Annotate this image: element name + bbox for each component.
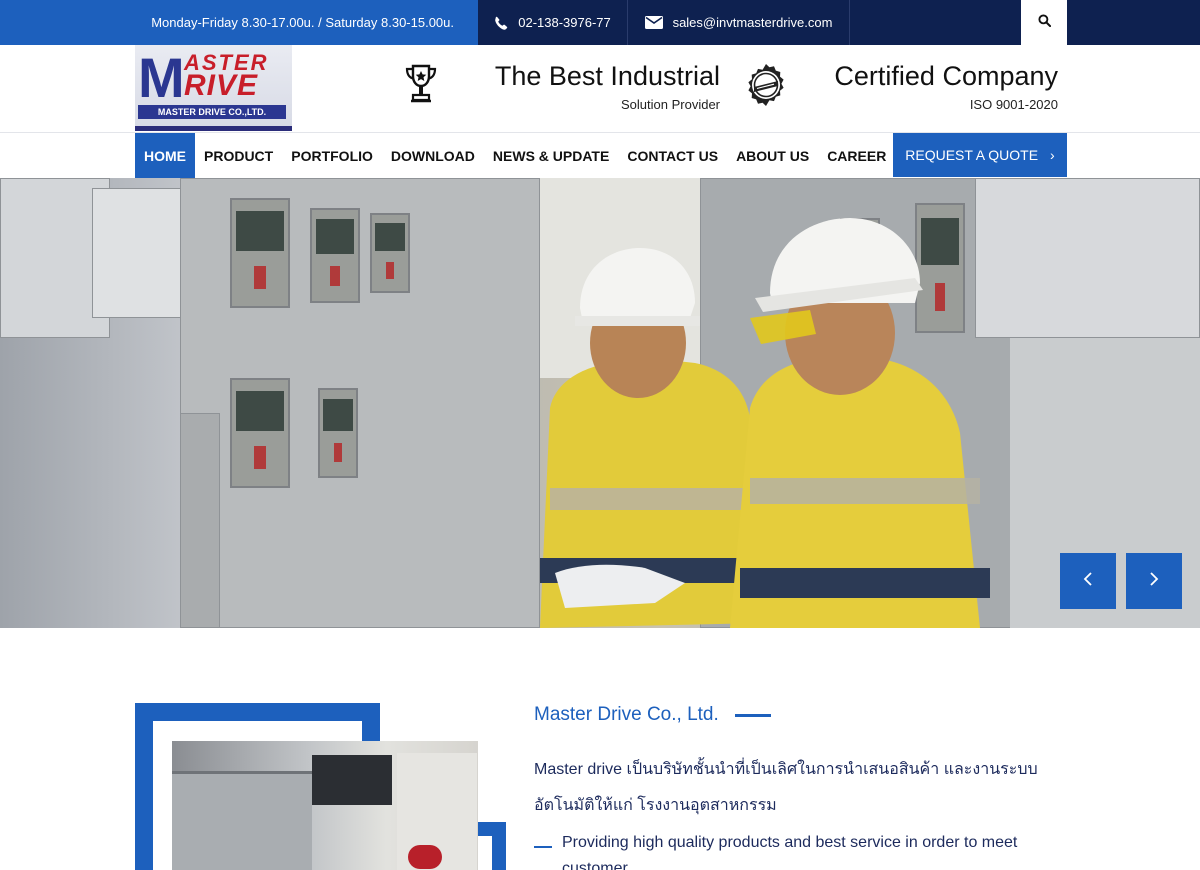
tagline-certified-title: Certified Company: [834, 61, 1058, 91]
nav-item-download[interactable]: DOWNLOAD: [382, 133, 484, 178]
email-address: sales@invtmasterdrive.com: [672, 15, 833, 30]
opening-hours-block: Monday-Friday 8.30-17.00u. / Saturday 8.…: [0, 0, 478, 45]
site-header: M ASTER RIVE MASTER DRIVE CO.,LTD. The B…: [0, 45, 1200, 133]
nav-item-portfolio[interactable]: PORTFOLIO: [282, 133, 382, 178]
email-link[interactable]: sales@invtmasterdrive.com: [628, 0, 850, 45]
chevron-left-icon: [1082, 571, 1094, 592]
logo-letter-m: M: [138, 46, 185, 109]
phone-number: 02-138-3976-77: [518, 15, 611, 30]
tagline-certified: Certified Company ISO 9001-2020: [740, 55, 1058, 117]
about-section-title: Master Drive Co., Ltd.: [534, 704, 771, 726]
nav-item-contact-us[interactable]: CONTACT US: [618, 133, 727, 178]
title-underline: [734, 713, 771, 717]
envelope-icon: [644, 16, 663, 29]
nav-item-news-update[interactable]: NEWS & UPDATE: [484, 133, 618, 178]
chevron-right-icon: [1148, 571, 1160, 592]
about-image-frame-accent: [478, 822, 506, 870]
bullet-dash: [534, 846, 552, 848]
request-quote-button[interactable]: REQUEST A QUOTE ›: [893, 133, 1067, 177]
trophy-icon: [405, 63, 437, 110]
main-navigation: HOME PRODUCT PORTFOLIO DOWNLOAD NEWS & U…: [0, 133, 1200, 178]
search-button[interactable]: [1021, 0, 1067, 45]
about-image-frame-corner: [362, 703, 380, 741]
about-bullet-item: Providing high quality products and best…: [534, 830, 1054, 870]
nav-item-product[interactable]: PRODUCT: [195, 133, 282, 178]
tagline-best-industrial: The Best Industrial Solution Provider: [405, 55, 720, 117]
tagline-best-industrial-subtitle: Solution Provider: [621, 97, 720, 112]
phone-icon: [494, 16, 508, 30]
about-bullet-text: Providing high quality products and best…: [562, 834, 1018, 870]
slider-prev-button[interactable]: [1060, 553, 1116, 609]
request-quote-label: REQUEST A QUOTE: [905, 147, 1039, 163]
nav-item-about-us[interactable]: ABOUT US: [727, 133, 818, 178]
top-bar: Monday-Friday 8.30-17.00u. / Saturday 8.…: [0, 0, 1200, 45]
phone-link[interactable]: 02-138-3976-77: [478, 0, 628, 45]
company-logo[interactable]: M ASTER RIVE MASTER DRIVE CO.,LTD.: [135, 45, 292, 131]
tagline-best-industrial-title: The Best Industrial: [494, 61, 720, 91]
tagline-certified-subtitle: ISO 9001-2020: [969, 97, 1058, 112]
nav-item-career[interactable]: CAREER: [818, 133, 895, 178]
chevron-right-icon: ›: [1050, 147, 1055, 163]
logo-subtitle: MASTER DRIVE CO.,LTD.: [138, 105, 286, 119]
hero-slider: [0, 178, 1200, 628]
search-icon: [1037, 13, 1051, 32]
opening-hours: Monday-Friday 8.30-17.00u. / Saturday 8.…: [151, 15, 454, 30]
about-description: Master drive เป็นบริษัทชั้นนำที่เป็นเลิศ…: [534, 761, 1038, 814]
nav-item-home[interactable]: HOME: [135, 133, 195, 178]
slider-next-button[interactable]: [1126, 553, 1182, 609]
approved-seal-icon: [744, 63, 788, 112]
logo-word-rive: RIVE: [184, 69, 259, 102]
about-photo: [172, 741, 478, 870]
nav-menu: HOME PRODUCT PORTFOLIO DOWNLOAD NEWS & U…: [135, 133, 895, 178]
about-title-text: Master Drive Co., Ltd.: [534, 704, 719, 725]
